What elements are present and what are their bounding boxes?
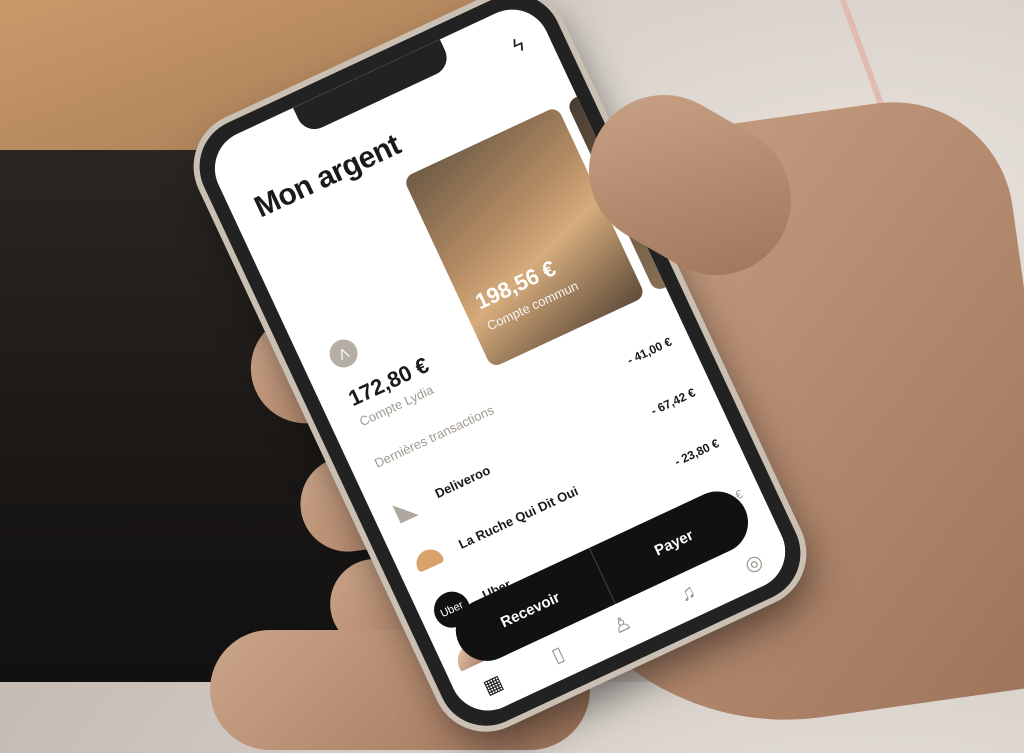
add-contact-icon[interactable]: ♙ [608, 609, 635, 639]
page-title: Mon argent [249, 128, 406, 225]
ruche-icon [404, 535, 452, 583]
lydia-logo-icon: Λ [324, 334, 363, 373]
deliveroo-icon: ◣ [389, 489, 420, 526]
bolt-icon[interactable]: ϟ [509, 33, 528, 58]
grid-icon[interactable]: ▦ [479, 669, 507, 700]
card-icon[interactable]: ▯ [547, 641, 568, 668]
bell-icon[interactable]: ♫ [676, 580, 699, 607]
compass-icon[interactable]: ◎ [740, 548, 766, 578]
transaction-amount: - 41,00 € [625, 334, 674, 368]
account-lydia[interactable]: Λ 172,80 € Compte Lydia [324, 311, 441, 429]
